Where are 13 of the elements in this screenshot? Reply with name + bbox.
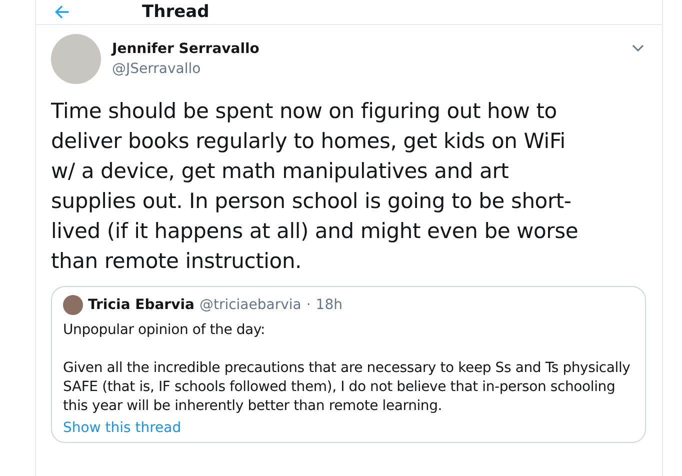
author-name: Jennifer Serravallo xyxy=(112,40,260,59)
separator-dot: · xyxy=(306,297,311,313)
quoted-author-name: Tricia Ebarvia xyxy=(88,297,194,313)
quoted-text: Given all the incredible precautions that are necessary to keep Ss and Ts physically SAFE (that is, IF schools followed them), I do not believe that in-person schooling this year will be inherently better than remote learning. xyxy=(63,359,632,416)
timestamp: 18h xyxy=(316,297,342,313)
quoted-tweet[interactable] xyxy=(51,286,646,443)
page-title: Thread xyxy=(142,4,210,20)
quoted-text: Unpopular opinion of the day: xyxy=(63,321,266,340)
show-thread-link[interactable]: Show this thread xyxy=(63,418,182,438)
quoted-author-handle: @triciaebarvia xyxy=(199,297,302,313)
avatar xyxy=(63,295,83,315)
tweet-text: Time should be spent now on figuring out how to deliver books regularly to homes, get kids on WiFi w/ a device, get math manipulatives and art supplies out. In person school is going to be short-lived (if it happens at all) and might even be worse than remote instruction. xyxy=(51,98,580,275)
author-handle: @JSerravallo xyxy=(112,60,202,79)
